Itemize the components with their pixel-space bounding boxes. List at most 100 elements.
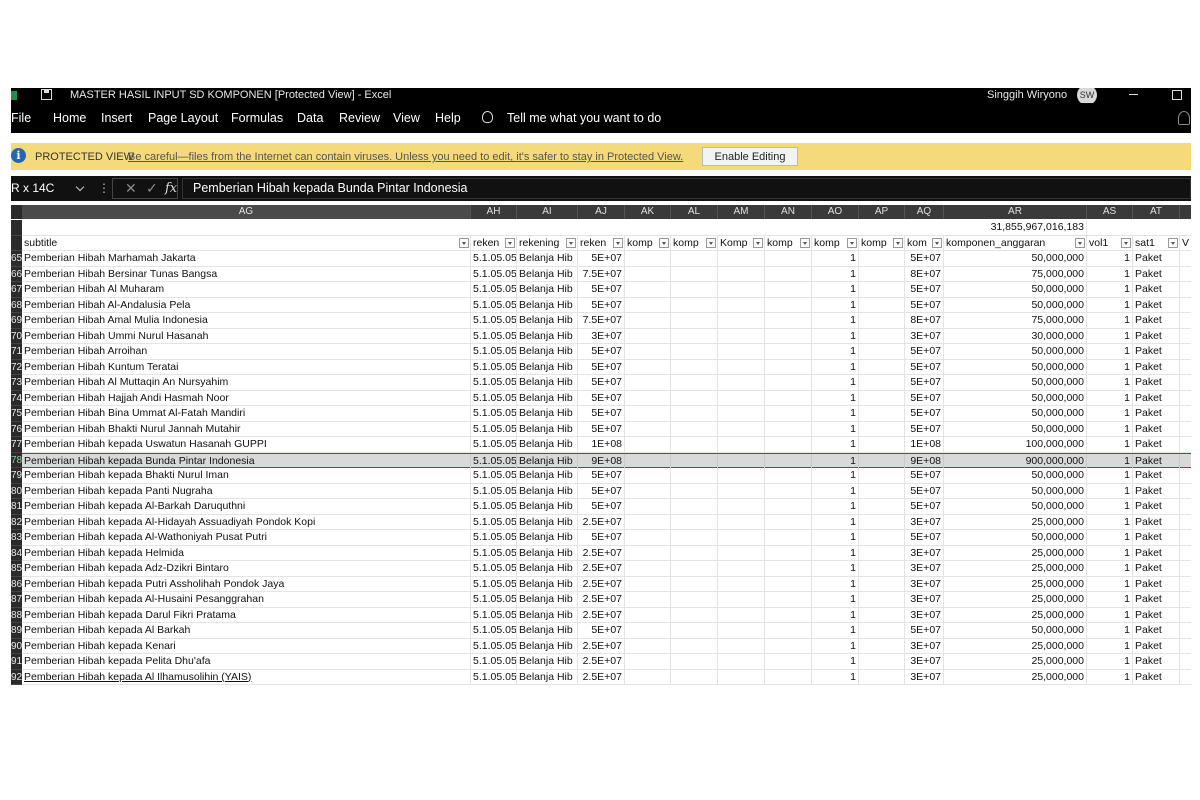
cell-rekening-name[interactable]: Belanja Hib xyxy=(517,483,578,499)
cell-komponen-anggaran[interactable]: 25,000,000 xyxy=(944,669,1087,685)
table-row[interactable]: Pemberian Hibah kepada Al-Husaini Pesang… xyxy=(22,592,1191,608)
cell-subtitle[interactable]: Pemberian Hibah kepada Bhakti Nurul Iman xyxy=(22,468,471,483)
cell-subtitle[interactable]: Pemberian Hibah Arroihan xyxy=(22,344,471,359)
cell-komp[interactable] xyxy=(671,406,718,421)
cell-reken-value[interactable]: 5E+07 xyxy=(578,406,625,421)
cell-komp[interactable] xyxy=(765,499,812,514)
cell-komp[interactable] xyxy=(765,266,812,282)
menu-file[interactable]: File xyxy=(11,111,31,125)
cell-komp[interactable] xyxy=(859,437,905,452)
cell-komp[interactable] xyxy=(859,390,905,406)
cell-sat1[interactable]: Paket xyxy=(1133,421,1180,437)
cell-komp[interactable] xyxy=(859,266,905,282)
cell-komp[interactable] xyxy=(625,576,671,592)
cell-komp[interactable] xyxy=(765,437,812,452)
cell-komp[interactable] xyxy=(671,421,718,437)
cell-komp[interactable] xyxy=(859,421,905,437)
cell-area[interactable]: 31,855,967,016,183 subtitle reken rekeni… xyxy=(22,220,1191,685)
cell-rekening-code[interactable]: 5.1.05.05. xyxy=(471,623,517,638)
share-person-icon[interactable] xyxy=(1178,111,1190,125)
cell-kom-value[interactable]: 1E+08 xyxy=(905,437,944,452)
cell-komp[interactable] xyxy=(671,375,718,390)
cell-komp[interactable] xyxy=(765,313,812,328)
table-row[interactable]: Pemberian Hibah Ummi Nurul Hasanah 5.1.05… xyxy=(22,328,1191,344)
cell-komp[interactable] xyxy=(625,654,671,669)
cell-subtitle[interactable]: Pemberian Hibah kepada Al Barkah xyxy=(22,623,471,638)
cell-subtitle[interactable]: Pemberian Hibah kepada Darul Fikri Prata… xyxy=(22,607,471,623)
cell-sat1[interactable]: Paket xyxy=(1133,328,1180,344)
cell-komp[interactable] xyxy=(625,530,671,545)
cell-rekening-name[interactable]: Belanja Hib xyxy=(517,654,578,669)
menu-home[interactable]: Home xyxy=(53,111,86,125)
header-rekening[interactable]: rekening xyxy=(517,235,578,251)
cell-kom-value[interactable]: 5E+07 xyxy=(905,499,944,514)
row-number[interactable]: 89 xyxy=(11,623,22,639)
cell-rekening-code[interactable]: 5.1.05.05. xyxy=(471,514,517,530)
cell-rekening-code[interactable]: 5.1.05.05. xyxy=(471,359,517,375)
cell-reken-value[interactable]: 5E+07 xyxy=(578,344,625,359)
cell-komp[interactable] xyxy=(765,654,812,669)
cell-rekening-code[interactable]: 5.1.05.05. xyxy=(471,313,517,328)
cell-rekening-code[interactable]: 5.1.05.05. xyxy=(471,468,517,483)
cell-komp[interactable] xyxy=(671,282,718,297)
col-header-ar[interactable]: AR xyxy=(944,205,1087,219)
total-cell[interactable]: 31,855,967,016,183 xyxy=(944,220,1087,235)
cell-komp[interactable] xyxy=(859,344,905,359)
cell-sat1[interactable]: Paket xyxy=(1133,375,1180,390)
table-row[interactable]: Pemberian Hibah kepada Putri Assholihah … xyxy=(22,576,1191,592)
cell-komp[interactable] xyxy=(625,499,671,514)
protected-view-message[interactable]: Be careful—files from the Internet can c… xyxy=(128,151,683,163)
cell-komp-count[interactable]: 1 xyxy=(812,499,859,514)
cell-komp-count[interactable]: 1 xyxy=(812,390,859,406)
row-number[interactable]: 74 xyxy=(11,390,22,406)
cell-rekening-name[interactable]: Belanja Hib xyxy=(517,545,578,561)
cell-komp[interactable] xyxy=(859,592,905,607)
cell-rekening-name[interactable]: Belanja Hib xyxy=(517,437,578,452)
cell-sat1[interactable]: Paket xyxy=(1133,297,1180,313)
cell-komp[interactable] xyxy=(718,607,765,623)
menu-insert[interactable]: Insert xyxy=(101,111,132,125)
cell-subtitle[interactable]: Pemberian Hibah Bina Ummat Al-Fatah Mand… xyxy=(22,406,471,421)
cell-kom-value[interactable]: 3E+07 xyxy=(905,669,944,685)
row-number[interactable]: 66 xyxy=(11,266,22,282)
filter-dropdown-icon[interactable] xyxy=(800,237,810,248)
cell-kom-value[interactable]: 5E+07 xyxy=(905,282,944,297)
cell-komp[interactable] xyxy=(671,499,718,514)
cell-komp[interactable] xyxy=(671,297,718,313)
cell-komponen-anggaran[interactable]: 100,000,000 xyxy=(944,437,1087,452)
cell-reken-value[interactable]: 2.5E+07 xyxy=(578,576,625,592)
cell-sat1[interactable]: Paket xyxy=(1133,266,1180,282)
cell-rekening-code[interactable]: 5.1.05.05. xyxy=(471,328,517,344)
cell-rekening-name[interactable]: Belanja Hib xyxy=(517,266,578,282)
selected-table-row[interactable]: Pemberian Hibah kepada Bunda Pintar Indo… xyxy=(22,452,1191,469)
cell-komponen-anggaran[interactable]: 50,000,000 xyxy=(944,468,1087,483)
cell-komp[interactable] xyxy=(859,638,905,654)
cell-rekening-name[interactable]: Belanja Hib xyxy=(517,576,578,592)
cell-komp[interactable] xyxy=(718,251,765,266)
cell-komp-count[interactable]: 1 xyxy=(812,421,859,437)
cell-komp[interactable] xyxy=(718,406,765,421)
cell-komp[interactable] xyxy=(859,251,905,266)
cell-reken-value[interactable]: 2.5E+07 xyxy=(578,654,625,669)
cell-rekening-name[interactable]: Belanja Hib xyxy=(517,514,578,530)
row-number[interactable]: 92 xyxy=(11,669,22,685)
menu-review[interactable]: Review xyxy=(339,111,380,125)
cell-komp-count[interactable]: 1 xyxy=(812,251,859,266)
cell-sat1[interactable]: Paket xyxy=(1133,530,1180,545)
worksheet-grid[interactable]: 65 66 67 68 69 70 71 72 73 74 75 76 77 78 79 80 81 82 83 84… xyxy=(11,220,1191,686)
row-number-total[interactable] xyxy=(11,220,22,236)
cell-komp[interactable] xyxy=(625,421,671,437)
cell-komp[interactable] xyxy=(859,530,905,545)
cell-rekening-name[interactable]: Belanja Hib xyxy=(517,623,578,638)
cell-kom-value[interactable]: 3E+07 xyxy=(905,576,944,592)
cell-reken-value[interactable]: 5E+07 xyxy=(578,375,625,390)
cell-komp[interactable] xyxy=(671,313,718,328)
table-row[interactable]: Pemberian Hibah kepada Al Barkah 5.1.05.0… xyxy=(22,623,1191,639)
cell-reken-value[interactable]: 5E+07 xyxy=(578,421,625,437)
cell-kom-value[interactable]: 9E+08 xyxy=(905,453,944,469)
table-row[interactable]: Pemberian Hibah kepada Kenari 5.1.05.05. B… xyxy=(22,638,1191,654)
cell-komp[interactable] xyxy=(718,297,765,313)
cell-komp[interactable] xyxy=(718,328,765,344)
cell-rekening-name[interactable]: Belanja Hib xyxy=(517,561,578,576)
table-row[interactable]: Pemberian Hibah Al Muharam 5.1.05.05. Bela… xyxy=(22,282,1191,298)
